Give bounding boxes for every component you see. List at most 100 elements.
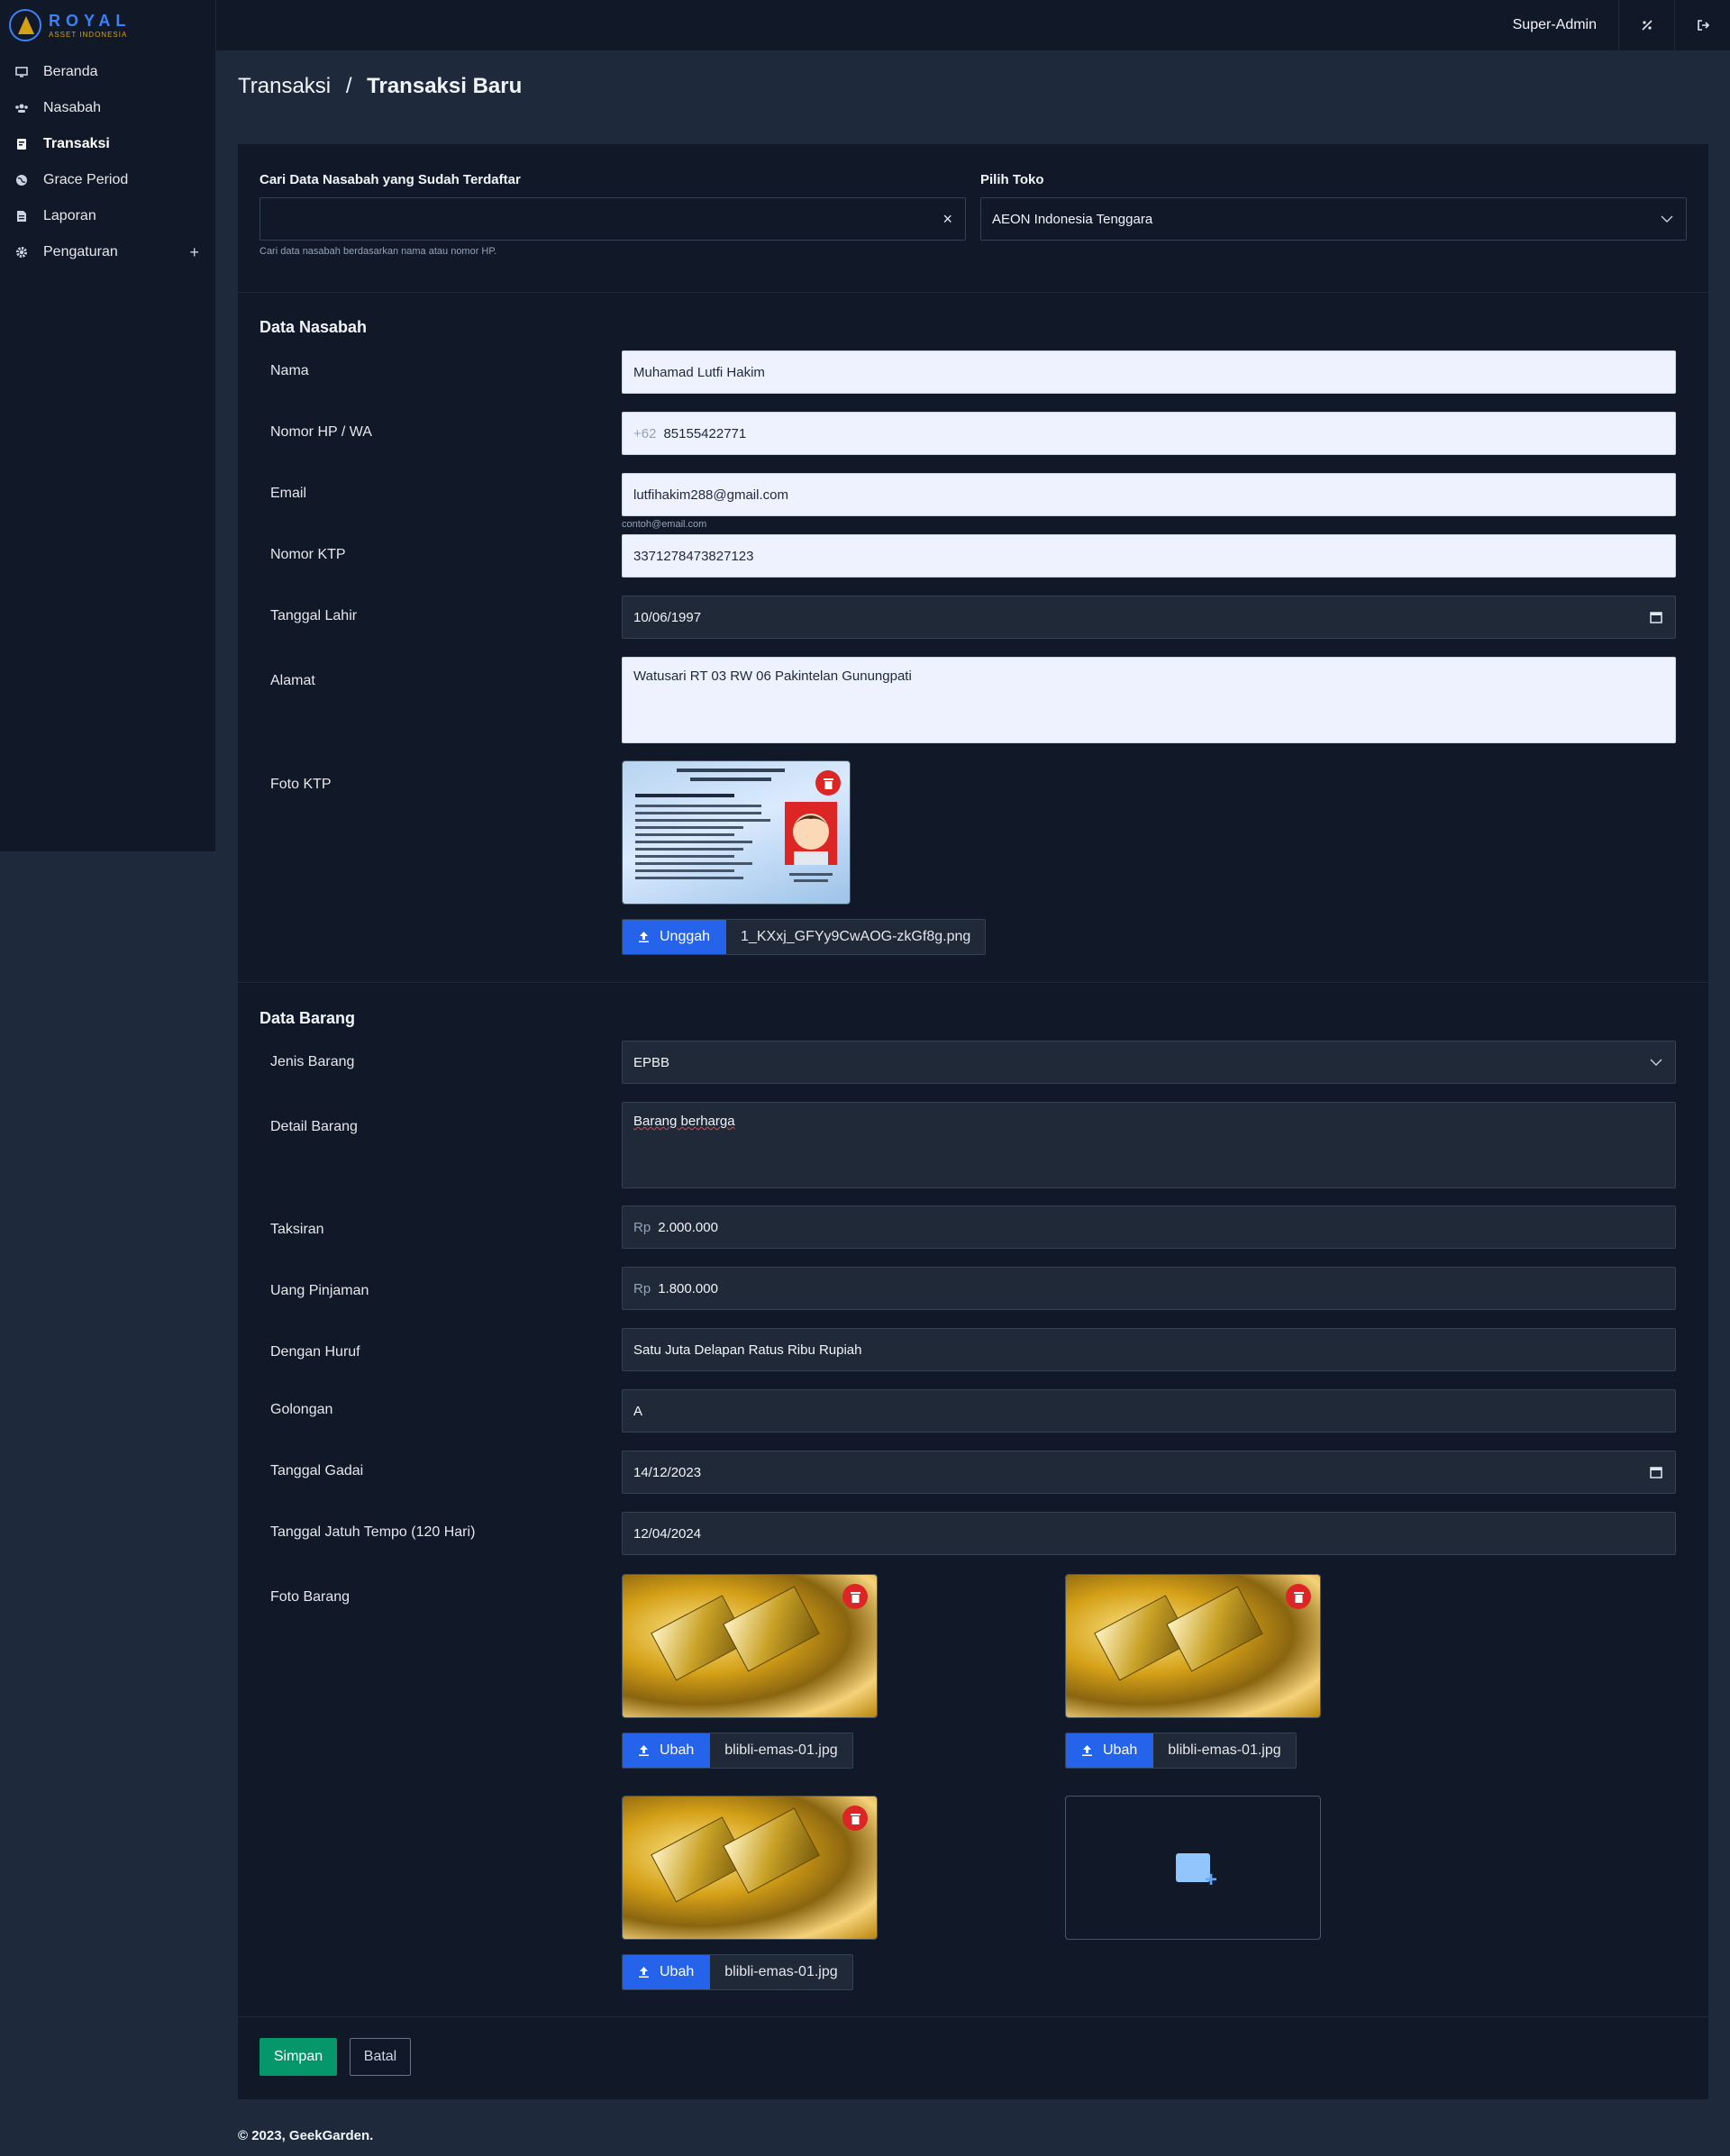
sidebar-item-nasabah[interactable]: Nasabah: [0, 90, 215, 126]
search-hint: Cari data nasabah berdasarkan nama atau …: [260, 246, 497, 257]
gear-icon: [14, 246, 29, 259]
breadcrumb-parent[interactable]: Transaksi: [238, 74, 331, 98]
ktp-number-field[interactable]: 3371278473827123: [622, 534, 1676, 578]
sidebar-item-label: Pengaturan: [43, 244, 118, 259]
address-textarea[interactable]: Watusari RT 03 RW 06 Pakintelan Gunungpa…: [622, 657, 1676, 743]
sidebar-item-label: Transaksi: [43, 136, 110, 151]
phone-field[interactable]: +62 85155422771: [622, 412, 1676, 455]
class-field[interactable]: A: [622, 1389, 1676, 1433]
logo-subtitle: ASSET INDONESIA: [49, 30, 128, 39]
loan-label: Uang Pinjaman: [270, 1283, 369, 1298]
email-label: Email: [270, 486, 307, 501]
globe-icon: [14, 174, 29, 186]
users-icon: [14, 102, 29, 114]
logo-title: ROYAL: [49, 11, 132, 30]
sidebar-item-pengaturan[interactable]: Pengaturan +: [0, 234, 215, 270]
add-item-photo-button[interactable]: [1065, 1796, 1321, 1940]
item-type-select[interactable]: EPBB: [622, 1041, 1676, 1084]
due-date-label: Tanggal Jatuh Tempo (120 Hari): [270, 1524, 476, 1540]
gold-bar-image: [1066, 1575, 1320, 1717]
item-photo-filename: blibli-emas-01.jpg: [710, 1955, 852, 1989]
app-logo[interactable]: ROYAL ASSET INDONESIA: [0, 0, 215, 50]
calendar-icon[interactable]: [1650, 611, 1662, 623]
item-detail-label: Detail Barang: [270, 1119, 358, 1134]
trash-icon: [850, 1813, 860, 1824]
store-label: Pilih Toko: [980, 172, 1044, 187]
sidebar-item-label: Laporan: [43, 208, 96, 223]
appraisal-field[interactable]: Rp 2.000.000: [622, 1205, 1676, 1249]
item-photo-preview: [1065, 1574, 1321, 1718]
item-photo-upload-control: Ubah blibli-emas-01.jpg: [1065, 1733, 1297, 1769]
change-photo-button[interactable]: Ubah: [623, 1955, 711, 1989]
delete-item-photo-button[interactable]: [1286, 1584, 1311, 1609]
amount-words-field[interactable]: Satu Juta Delapan Ratus Ribu Rupiah: [622, 1328, 1676, 1371]
item-type-label: Jenis Barang: [270, 1054, 355, 1069]
sidebar-item-beranda[interactable]: Beranda: [0, 54, 215, 90]
store-select[interactable]: AEON Indonesia Tenggara: [980, 197, 1687, 241]
item-photo-preview: [622, 1796, 878, 1940]
breadcrumb-separator: /: [345, 74, 352, 98]
sidebar-item-label: Nasabah: [43, 100, 102, 115]
cancel-button[interactable]: Batal: [350, 2038, 411, 2076]
item-photo-filename: blibli-emas-01.jpg: [710, 1733, 852, 1768]
ktp-upload-control: Unggah 1_KXxj_GFYy9CwAOG-zkGf8g.png: [622, 919, 987, 955]
sidebar-item-grace-period[interactable]: Grace Period: [0, 162, 215, 198]
user-name[interactable]: Super-Admin: [1491, 17, 1618, 33]
sidebar-item-transaksi[interactable]: Transaksi: [0, 126, 215, 162]
breadcrumb: Transaksi / Transaksi Baru: [238, 74, 522, 99]
class-label: Golongan: [270, 1402, 333, 1417]
ktp-filename: 1_KXxj_GFYy9CwAOG-zkGf8g.png: [726, 920, 986, 954]
phone-prefix: +62: [633, 425, 657, 441]
chevron-down-icon: [1661, 215, 1673, 223]
trash-icon: [850, 1591, 860, 1603]
store-selected-value: AEON Indonesia Tenggara: [992, 211, 1153, 227]
upload-icon: [1082, 1745, 1092, 1756]
email-hint: contoh@email.com: [622, 519, 707, 530]
calendar-icon[interactable]: [1650, 1466, 1662, 1478]
logo-mark-icon: [9, 9, 41, 41]
logout-button[interactable]: [1674, 0, 1730, 50]
item-detail-textarea[interactable]: Barang berharga: [622, 1102, 1676, 1188]
sidebar-item-laporan[interactable]: Laporan: [0, 198, 215, 234]
phone-label: Nomor HP / WA: [270, 424, 372, 440]
page-title: Transaksi Baru: [367, 74, 523, 98]
due-date-field: 12/04/2024: [622, 1512, 1676, 1555]
divider: [238, 292, 1708, 293]
sidebar-nav: Beranda Nasabah Transaksi Grace Period L…: [0, 54, 215, 270]
delete-ktp-photo-button[interactable]: [815, 770, 841, 796]
sidebar-item-label: Grace Period: [43, 172, 129, 187]
appraisal-label: Taksiran: [270, 1222, 324, 1237]
name-field[interactable]: Muhamad Lutfi Hakim: [622, 350, 1676, 394]
save-button[interactable]: Simpan: [260, 2038, 337, 2076]
email-field[interactable]: lutfihakim288@gmail.com: [622, 473, 1676, 516]
clear-icon[interactable]: ×: [942, 210, 952, 229]
dob-date-field[interactable]: 10/06/1997: [622, 596, 1676, 639]
loan-field[interactable]: Rp 1.800.000: [622, 1267, 1676, 1310]
gold-bar-image: [623, 1575, 877, 1717]
ktp-photo-label: Foto KTP: [270, 777, 332, 792]
theme-toggle-button[interactable]: [1618, 0, 1674, 50]
item-type-selected-value: EPBB: [633, 1054, 670, 1070]
transaction-form-card: Cari Data Nasabah yang Sudah Terdaftar ×…: [238, 144, 1708, 2099]
currency-prefix: Rp: [633, 1219, 651, 1235]
divider: [238, 2016, 1708, 2017]
ktp-photo-preview: [622, 760, 851, 905]
trash-icon: [1293, 1591, 1304, 1603]
expand-plus-icon[interactable]: +: [189, 243, 199, 262]
change-photo-button[interactable]: Ubah: [1066, 1733, 1154, 1768]
delete-item-photo-button[interactable]: [842, 1584, 868, 1609]
upload-ktp-button[interactable]: Unggah: [623, 920, 727, 954]
upload-icon: [639, 1967, 649, 1978]
trash-icon: [823, 778, 833, 789]
footer-copyright: © 2023, GeekGarden.: [238, 2128, 374, 2143]
item-photo-filename: blibli-emas-01.jpg: [1153, 1733, 1296, 1768]
name-label: Nama: [270, 363, 309, 378]
currency-prefix: Rp: [633, 1280, 651, 1296]
change-photo-button[interactable]: Ubah: [623, 1733, 711, 1768]
customer-search-input[interactable]: ×: [260, 197, 966, 241]
pawn-date-field[interactable]: 14/12/2023: [622, 1451, 1676, 1494]
delete-item-photo-button[interactable]: [842, 1806, 868, 1831]
item-photo-upload-control: Ubah blibli-emas-01.jpg: [622, 1954, 853, 1990]
customer-section-title: Data Nasabah: [260, 318, 368, 336]
dob-label: Tanggal Lahir: [270, 608, 358, 623]
